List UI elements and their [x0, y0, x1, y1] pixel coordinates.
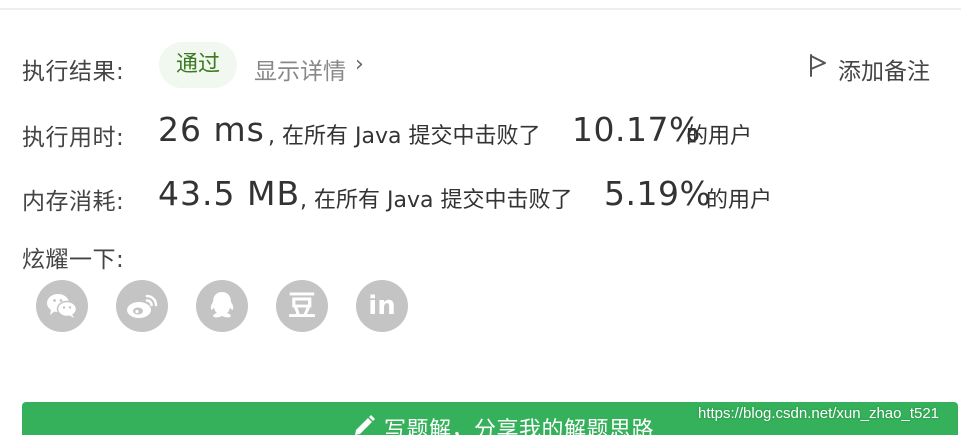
runtime-percent: 10.17% [572, 110, 701, 149]
runtime-label: 执行用时: [22, 125, 125, 151]
write-solution-label: 写题解，分享我的解题思路 [384, 418, 655, 435]
runtime-row: 执行用时: 26 ms , 在所有 Java 提交中击败了 10.17% 的用户 [0, 106, 961, 156]
memory-label: 内存消耗: [22, 189, 125, 215]
chevron-right-icon: › [355, 52, 364, 77]
share-douban-button[interactable]: 豆 [276, 280, 328, 332]
memory-beat-text: , 在所有 Java 提交中击败了 [300, 188, 573, 213]
runtime-beat-text: , 在所有 Java 提交中击败了 [268, 124, 541, 149]
share-qq-button[interactable] [196, 280, 248, 332]
pencil-icon [355, 415, 375, 435]
share-label: 炫耀一下: [22, 247, 125, 273]
result-label: 执行结果: [22, 59, 125, 85]
runtime-value: 26 ms [158, 110, 265, 149]
runtime-suffix: 的用户 [686, 124, 753, 149]
linkedin-icon: in [368, 291, 396, 321]
memory-value: 43.5 MB [158, 174, 301, 213]
qq-icon [210, 292, 234, 318]
memory-row: 内存消耗: 43.5 MB , 在所有 Java 提交中击败了 5.19% 的用… [0, 170, 961, 220]
share-wechat-button[interactable] [36, 280, 88, 332]
top-divider [0, 8, 961, 10]
flag-icon [810, 54, 826, 77]
share-weibo-button[interactable] [116, 280, 168, 332]
submission-result-panel: 执行结果: 通过 显示详情 › 添加备注 执行用时: 26 ms , 在所有 J… [0, 0, 961, 435]
watermark-url: https://blog.csdn.net/xun_zhao_t521 [698, 405, 940, 422]
share-linkedin-button[interactable]: in [356, 280, 408, 332]
weibo-icon [127, 294, 158, 318]
wechat-icon [47, 294, 78, 318]
status-badge: 通过 [159, 42, 237, 88]
douban-icon: 豆 [287, 289, 316, 322]
show-details-link[interactable]: 显示详情 [254, 52, 346, 86]
memory-percent: 5.19% [604, 174, 712, 213]
memory-suffix: 的用户 [706, 188, 773, 213]
add-note-button[interactable]: 添加备注 [838, 52, 930, 86]
